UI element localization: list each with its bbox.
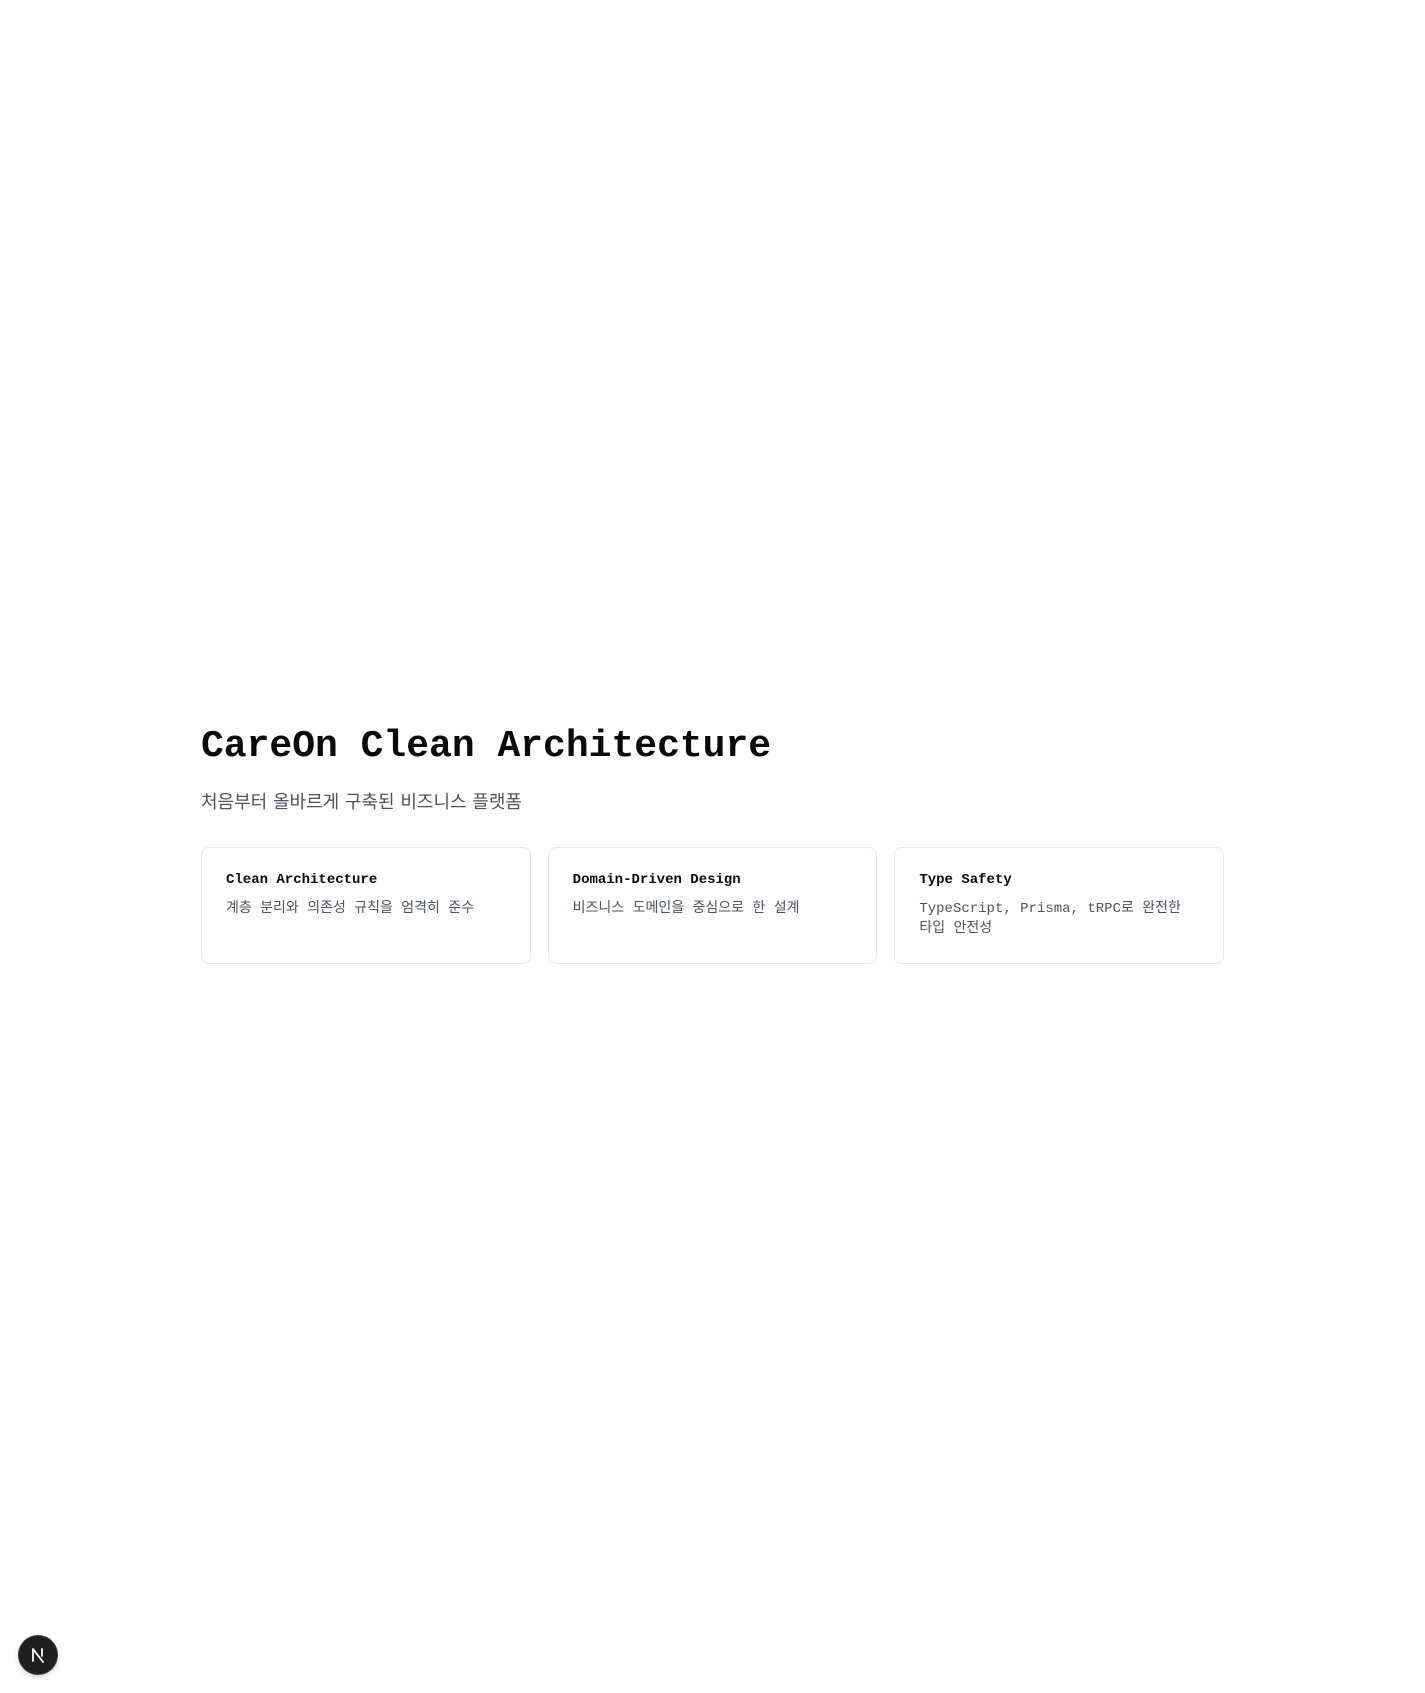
feature-card-title: Domain-Driven Design [572,872,741,888]
feature-card-list: Clean Architecture 계층 분리와 의존성 규칙을 엄격히 준수… [201,847,1225,964]
feature-card-description: 계층 분리와 의존성 규칙을 엄격히 준수 [226,901,475,917]
feature-card-domain-driven-design: Domain-Driven Design 비즈니스 도메인을 중심으로 한 설계 [547,847,878,964]
page-title: CareOn Clean Architecture [201,725,772,768]
main-content: CareOn Clean Architecture 처음부터 올바르게 구축된 … [201,725,1225,964]
feature-card-type-safety: Type Safety TypeScript, Prisma, tRPC로 완전… [894,847,1225,964]
feature-card-title: Clean Architecture [226,872,378,888]
feature-card-description: 비즈니스 도메인을 중심으로 한 설계 [572,901,800,917]
nextjs-dev-tools-button[interactable] [19,1636,57,1674]
nextjs-logo-icon [29,1646,47,1664]
page-subtitle: 처음부터 올바르게 구축된 비즈니스 플랫폼 [201,792,522,813]
feature-card-title: Type Safety [919,872,1012,888]
feature-card-clean-architecture: Clean Architecture 계층 분리와 의존성 규칙을 엄격히 준수 [201,847,531,964]
feature-card-description: TypeScript, Prisma, tRPC로 완전한 타입 안전성 [919,901,1181,937]
